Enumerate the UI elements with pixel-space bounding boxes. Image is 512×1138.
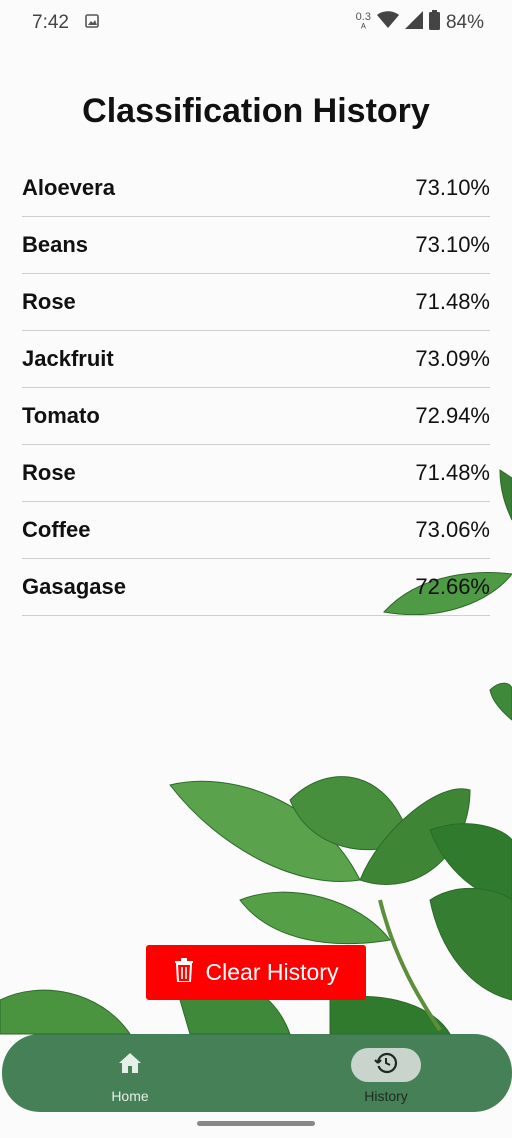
history-row[interactable]: Rose 71.48% — [22, 445, 490, 502]
history-row[interactable]: Rose 71.48% — [22, 274, 490, 331]
network-speed-unit: ᴬ — [360, 22, 366, 34]
history-icon — [374, 1051, 398, 1080]
confidence-percent: 71.48% — [415, 289, 490, 314]
trash-icon — [174, 957, 194, 988]
bottom-navigation: Home History — [2, 1034, 512, 1112]
nav-label-home: Home — [111, 1088, 149, 1104]
confidence-percent: 73.10% — [415, 175, 490, 200]
page-title: Classification History — [82, 92, 430, 130]
status-bar: 7:42 0.3 ᴬ 84% — [0, 0, 512, 46]
wifi-icon — [376, 11, 399, 35]
plant-name: Gasagase — [22, 574, 126, 599]
plant-name: Beans — [22, 232, 89, 257]
history-row[interactable]: Beans 73.10% — [22, 217, 490, 274]
history-row[interactable]: Jackfruit 73.09% — [22, 331, 490, 388]
nav-item-home[interactable]: Home — [75, 1048, 185, 1104]
plant-name: Coffee — [22, 517, 91, 542]
confidence-percent: 72.94% — [415, 403, 490, 428]
confidence-percent: 73.09% — [415, 346, 490, 371]
history-row[interactable]: Aloevera 73.10% — [22, 160, 490, 217]
clear-history-button[interactable]: Clear History — [146, 945, 366, 1000]
nav-item-history[interactable]: History — [331, 1048, 441, 1104]
history-list: Aloevera 73.10% Beans 73.10% Rose 71.48%… — [22, 160, 490, 616]
confidence-percent: 73.06% — [415, 517, 490, 542]
clear-history-label: Clear History — [205, 959, 339, 985]
plant-name: Aloevera — [22, 175, 115, 200]
battery-icon — [428, 10, 440, 36]
plant-name: Rose — [22, 460, 76, 485]
confidence-percent: 71.48% — [415, 460, 490, 485]
status-time: 7:42 — [32, 12, 69, 33]
plant-name: Tomato — [22, 403, 100, 428]
battery-percent: 84% — [445, 12, 484, 33]
history-row[interactable]: Tomato 72.94% — [22, 388, 490, 445]
plant-name: Jackfruit — [22, 346, 114, 371]
confidence-percent: 73.10% — [415, 232, 490, 257]
home-indicator[interactable] — [197, 1121, 315, 1126]
nav-active-indicator — [351, 1048, 421, 1082]
history-row[interactable]: Coffee 73.06% — [22, 502, 490, 559]
home-icon — [118, 1052, 142, 1079]
signal-icon — [404, 11, 423, 35]
plant-name: Rose — [22, 289, 76, 314]
confidence-percent: 72.66% — [415, 574, 490, 599]
nav-label-history: History — [364, 1088, 408, 1104]
history-row[interactable]: Gasagase 72.66% — [22, 559, 490, 616]
image-icon — [85, 12, 99, 34]
network-speed: 0.3 ᴬ — [356, 12, 371, 34]
